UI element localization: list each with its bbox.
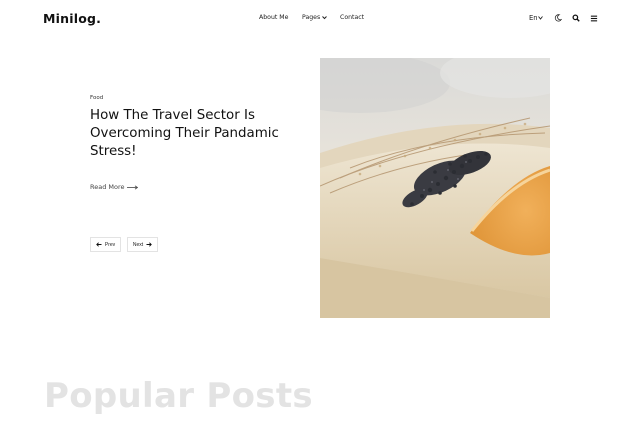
site-logo[interactable]: Minilog. [43, 11, 101, 26]
hamburger-menu-icon[interactable] [590, 15, 598, 22]
featured-image[interactable] [320, 58, 550, 318]
prev-label: Prev [104, 241, 116, 248]
arrow-right-icon [146, 242, 152, 247]
chevron-down-icon[interactable] [322, 15, 327, 20]
nav-pages[interactable]: Pages [302, 14, 320, 21]
read-more-link[interactable]: Read More [90, 183, 125, 191]
language-selector[interactable]: En [529, 14, 538, 22]
search-icon[interactable] [572, 14, 580, 22]
moon-icon[interactable] [554, 14, 562, 22]
popular-posts-heading: Popular Posts [44, 376, 313, 416]
arrow-right-icon[interactable] [127, 185, 138, 190]
arrow-left-icon [96, 242, 102, 247]
post-category[interactable]: Food [90, 95, 103, 101]
next-label: Next [132, 241, 144, 248]
nav-about-me[interactable]: About Me [259, 14, 288, 21]
post-title[interactable]: How The Travel Sector Is Overcoming Thei… [90, 107, 290, 160]
nav-contact[interactable]: Contact [340, 14, 364, 21]
next-button[interactable]: Next [127, 237, 158, 252]
site-header: Minilog. About Me Pages Contact En [0, 0, 640, 38]
prev-button[interactable]: Prev [90, 237, 121, 252]
chevron-down-icon[interactable] [538, 16, 543, 20]
